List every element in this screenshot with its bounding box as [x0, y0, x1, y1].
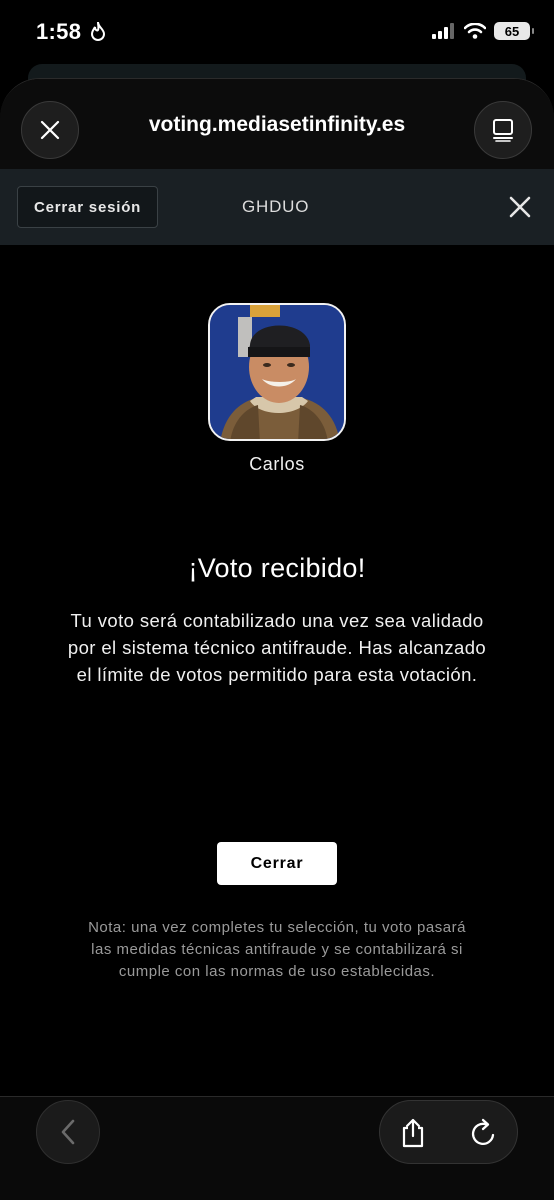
close-browser-button[interactable] — [21, 101, 79, 159]
status-icons: 65 — [432, 22, 534, 40]
url-text[interactable]: voting.mediasetinfinity.es — [100, 113, 454, 137]
share-button[interactable] — [380, 1101, 446, 1165]
reload-button[interactable] — [451, 1101, 517, 1165]
action-pill — [379, 1100, 518, 1164]
share-icon — [402, 1118, 424, 1148]
close-button[interactable]: Cerrar — [217, 842, 337, 885]
battery-icon: 65 — [494, 22, 534, 40]
browser-sheet: voting.mediasetinfinity.es Cerrar sesión… — [0, 78, 554, 1200]
confirmation-message: Tu voto será contabilizado una vez sea v… — [67, 610, 487, 685]
status-time: 1:58 — [36, 19, 106, 45]
user-code: GHDUO — [242, 197, 310, 216]
wifi-icon — [464, 23, 486, 39]
logout-button[interactable]: Cerrar sesión — [17, 186, 159, 228]
candidate-portrait-icon — [210, 305, 344, 439]
site-header: Cerrar sesión GHDUO — [0, 169, 554, 245]
close-icon — [40, 120, 60, 140]
reload-icon — [471, 1118, 495, 1145]
browser-toolbar — [0, 1096, 554, 1200]
back-button[interactable] — [36, 1100, 100, 1164]
back-icon — [61, 1119, 75, 1145]
status-bar: 1:58 65 — [0, 0, 554, 66]
antifraud-note: Nota: una vez completes tu selección, tu… — [88, 919, 466, 980]
candidate-name: Carlos — [249, 454, 305, 474]
candidate-photo — [208, 303, 346, 441]
browser-header: voting.mediasetinfinity.es — [0, 79, 554, 169]
confirmation-title: ¡Voto recibido! — [188, 553, 366, 583]
close-icon[interactable] — [508, 195, 532, 219]
tab-overview-icon — [493, 119, 513, 142]
flame-icon — [90, 21, 105, 41]
tab-overview-button[interactable] — [474, 101, 532, 159]
signal-icon — [432, 23, 454, 39]
